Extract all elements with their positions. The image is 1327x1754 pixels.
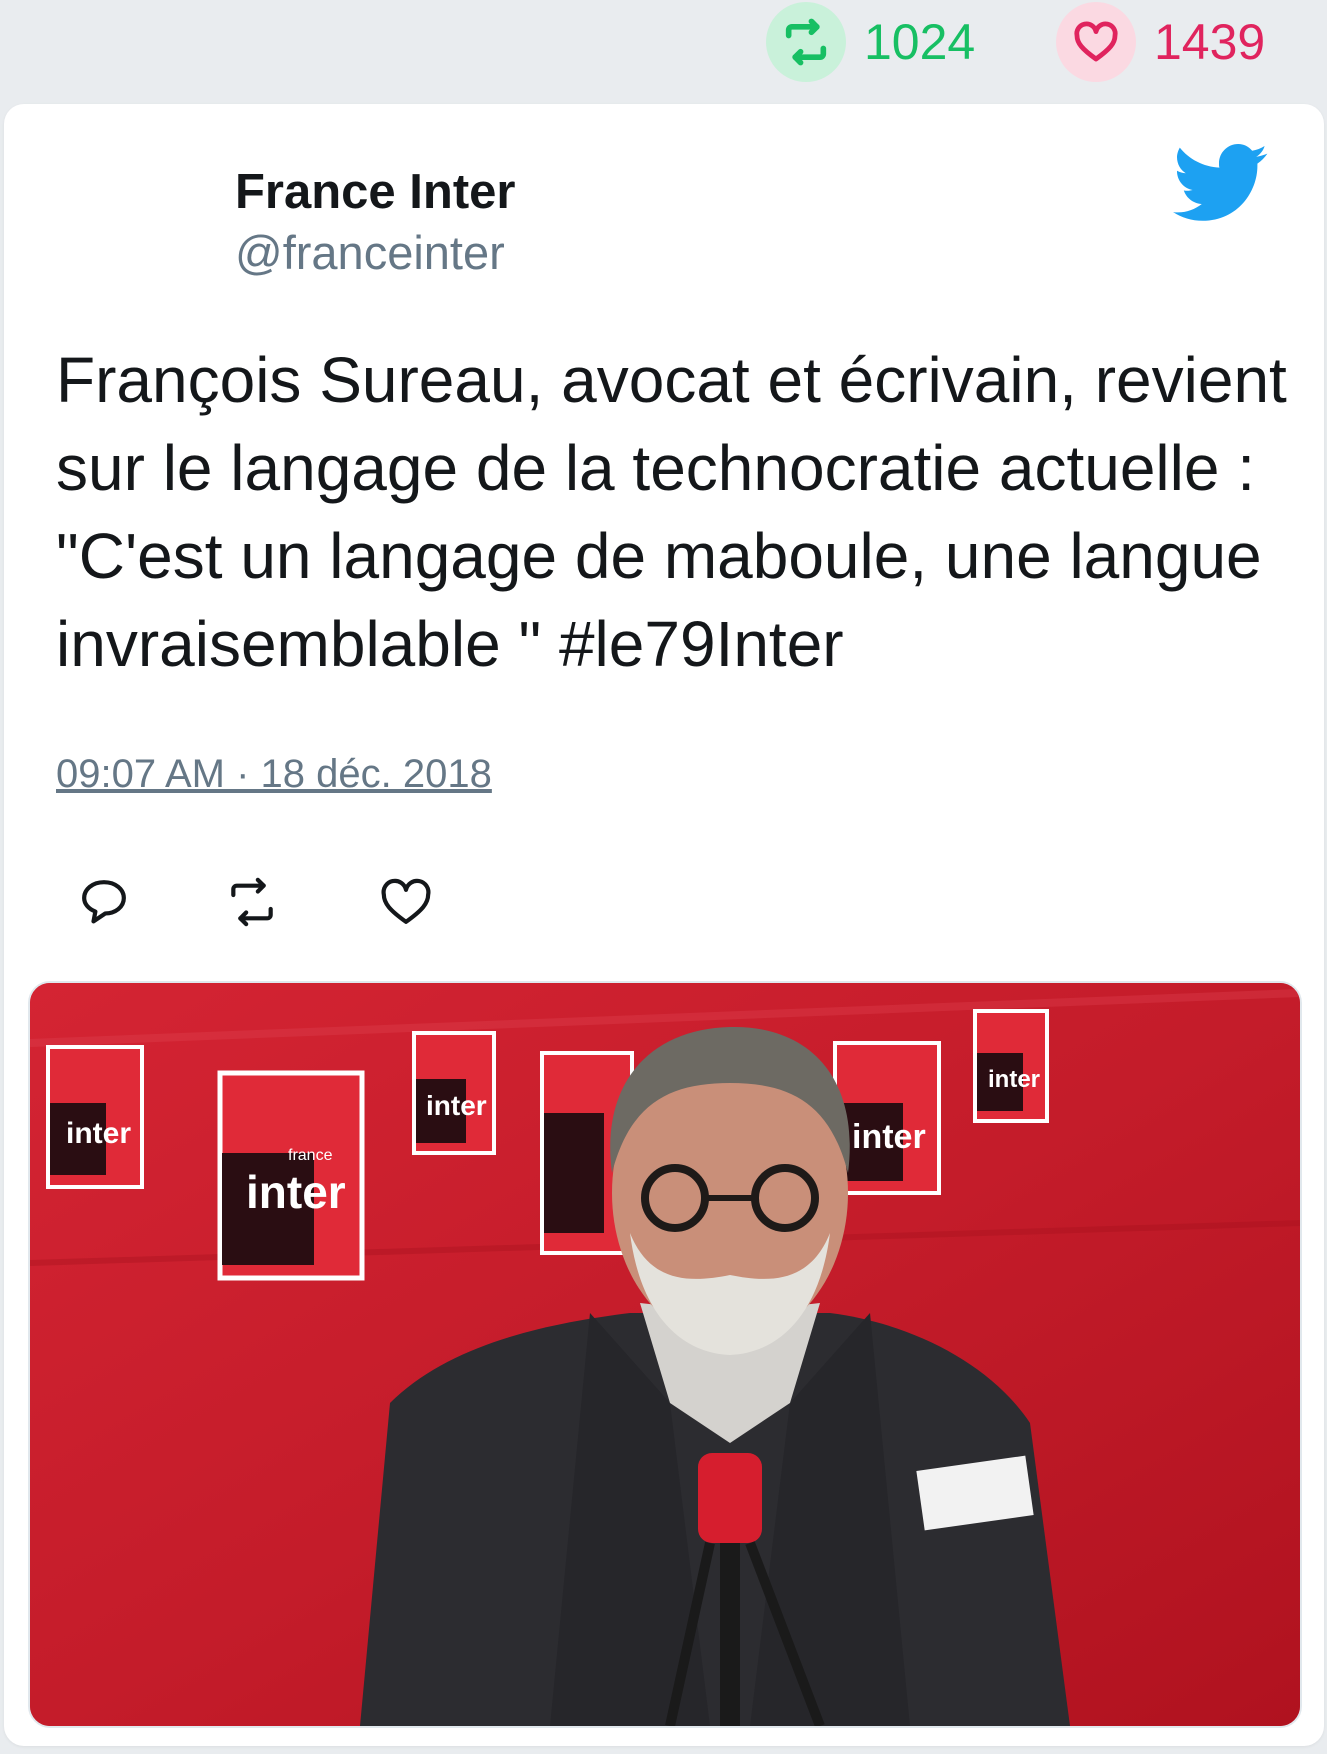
tweet-card: France Inter @franceinter François Surea… bbox=[4, 104, 1324, 1746]
retweet-stat[interactable]: 1024 bbox=[766, 2, 975, 82]
logo-word: inter bbox=[852, 1118, 926, 1156]
retweet-count: 1024 bbox=[864, 14, 976, 70]
timestamp-link[interactable]: 09:07 AM · 18 déc. 2018 bbox=[56, 752, 492, 797]
inter-logo-panel: inter bbox=[833, 1041, 941, 1195]
logo-word: inter bbox=[246, 1166, 346, 1218]
inter-logo-panel: inter bbox=[46, 1045, 144, 1189]
tweet-text: François Sureau, avocat et écrivain, rev… bbox=[56, 344, 1287, 680]
logo-word: inter bbox=[988, 1066, 1040, 1093]
like-action-icon[interactable] bbox=[378, 874, 434, 930]
reply-icon[interactable] bbox=[76, 874, 132, 930]
avatar[interactable] bbox=[60, 160, 180, 280]
like-count: 1439 bbox=[1154, 14, 1266, 70]
twitter-bird-icon[interactable] bbox=[1172, 144, 1270, 224]
inter-logo-panel: inter bbox=[412, 1031, 496, 1155]
logo-small: france bbox=[288, 1147, 333, 1164]
retweet-action-icon[interactable] bbox=[224, 874, 280, 930]
heart-icon[interactable] bbox=[1056, 2, 1136, 82]
author-handle[interactable]: @franceinter bbox=[235, 225, 505, 280]
retweet-icon[interactable] bbox=[766, 2, 846, 82]
like-stat[interactable]: 1439 bbox=[1056, 2, 1265, 82]
logo-word: inter bbox=[66, 1117, 131, 1150]
tweet-media-photo[interactable]: inter france inter inter inter inter bbox=[28, 981, 1302, 1728]
top-stats-bar: 1024 1439 bbox=[0, 0, 1327, 100]
inter-logo-panel: france inter bbox=[217, 1070, 365, 1281]
author-name[interactable]: France Inter bbox=[235, 164, 515, 220]
logo-word: inter bbox=[426, 1090, 487, 1121]
studio-photo: inter france inter inter inter inter bbox=[30, 983, 1300, 1726]
inter-logo-panel: inter bbox=[973, 1009, 1049, 1123]
